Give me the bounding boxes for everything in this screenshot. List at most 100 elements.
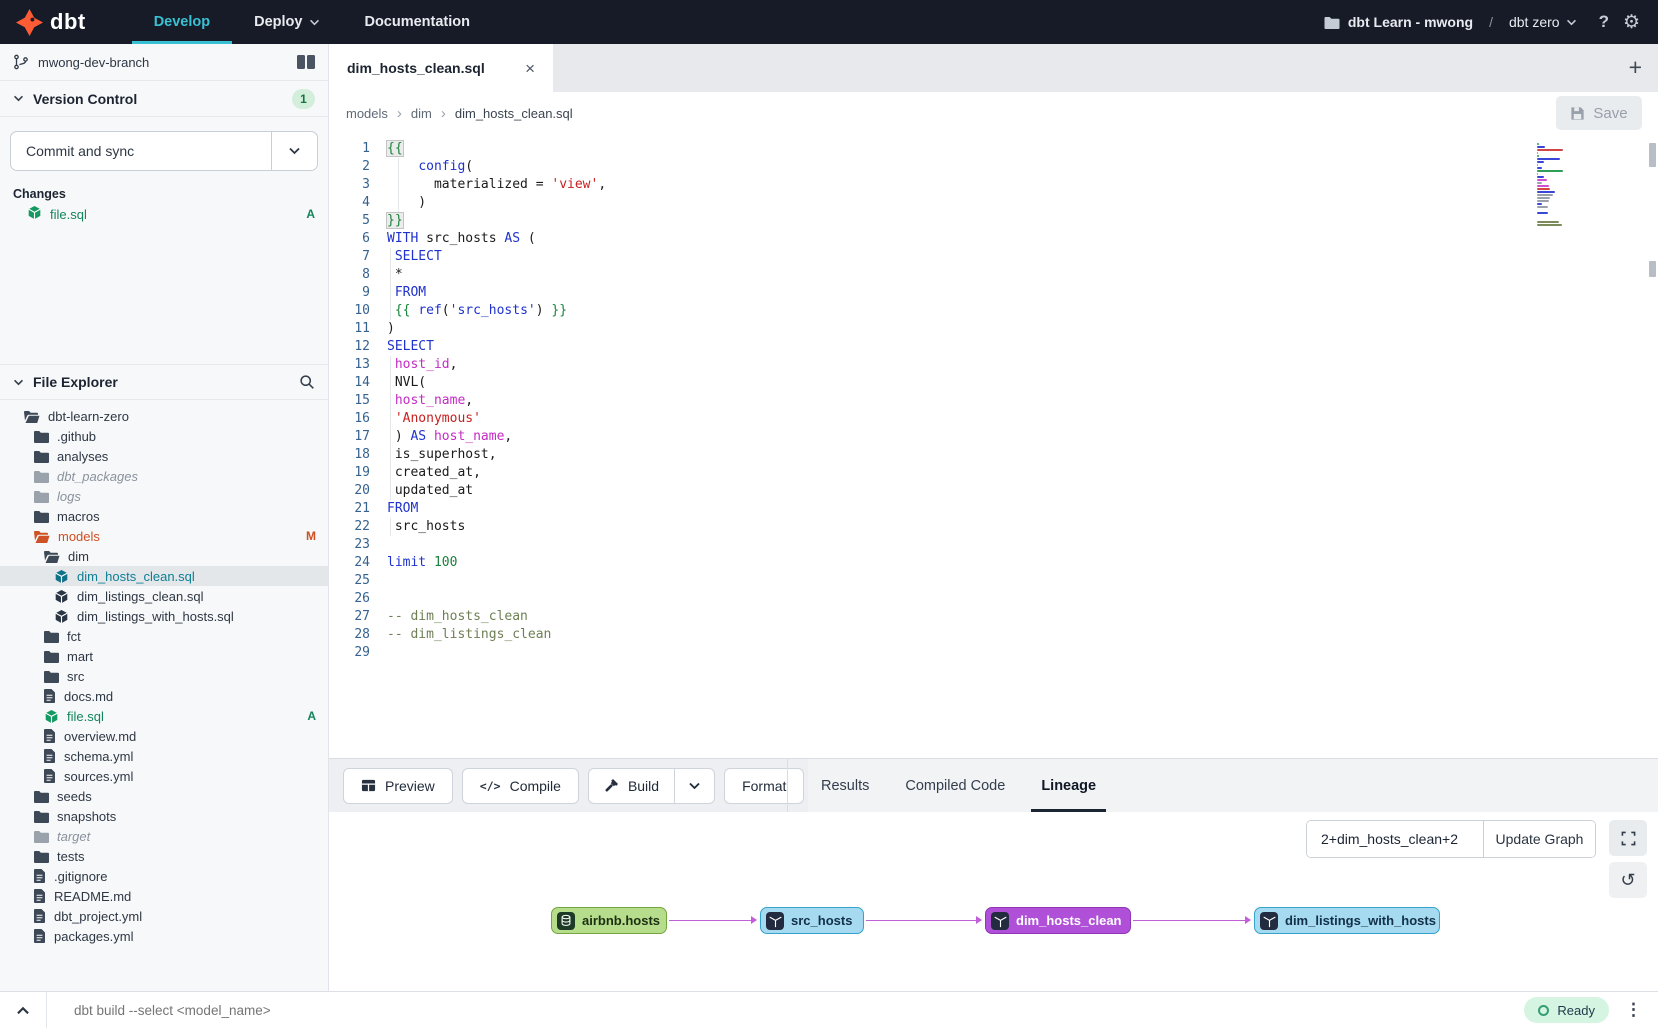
menu-documentation[interactable]: Documentation [342,0,492,44]
tree-item-docs-md[interactable]: docs.md [0,686,328,706]
close-icon[interactable]: × [525,60,535,77]
code-line[interactable]: 5}} [329,212,1658,230]
dbt-logo[interactable]: dbt [16,0,86,44]
lineage-filter-input[interactable] [1307,821,1483,857]
tree-item-dbt-learn-zero[interactable]: dbt-learn-zero [0,406,328,426]
code-line[interactable]: 24limit 100 [329,554,1658,572]
breadcrumb-item[interactable]: dim [411,106,432,121]
build-options-button[interactable] [674,769,714,803]
project-switcher[interactable]: dbt zero [1509,14,1577,30]
breadcrumb-item[interactable]: dim_hosts_clean.sql [455,106,573,121]
kebab-menu-icon[interactable]: ⋮ [1625,1000,1642,1020]
preview-button[interactable]: Preview [343,768,453,804]
expand-runner-button[interactable] [0,1006,46,1015]
tree-item-dim-listings-clean-sql[interactable]: dim_listings_clean.sql [0,586,328,606]
lineage-node-dim-listings-with-hosts[interactable]: dim_listings_with_hosts [1254,907,1440,934]
code-line[interactable]: 29 [329,644,1658,662]
tree-item-fct[interactable]: fct [0,626,328,646]
lineage-node-dim-hosts-clean[interactable]: dim_hosts_clean [985,907,1131,934]
code-line[interactable]: 28-- dim_listings_clean [329,626,1658,644]
tab-lineage[interactable]: Lineage [1039,759,1098,812]
tree-item-analyses[interactable]: analyses [0,446,328,466]
code-line[interactable]: 2 config( [329,158,1658,176]
code-line[interactable]: 14 NVL( [329,374,1658,392]
tree-item-overview-md[interactable]: overview.md [0,726,328,746]
new-tab-button[interactable]: + [1629,54,1642,81]
tab-results[interactable]: Results [819,759,871,812]
commit-options-button[interactable] [271,132,317,170]
code-line[interactable]: 17 ) AS host_name, [329,428,1658,446]
tree-item-logs[interactable]: logs [0,486,328,506]
tree-item-sources-yml[interactable]: sources.yml [0,766,328,786]
menu-deploy[interactable]: Deploy [232,0,342,44]
tree-item-snapshots[interactable]: snapshots [0,806,328,826]
code-line[interactable]: 22 src_hosts [329,518,1658,536]
lineage-canvas[interactable]: Update Graph ↺ airbnb.hostssrc_hostsdim_… [329,812,1658,991]
open-docs-icon[interactable] [297,55,315,69]
help-icon[interactable]: ? [1599,12,1609,32]
tab-compiled-code[interactable]: Compiled Code [903,759,1007,812]
breadcrumb-item[interactable]: models [346,106,388,121]
tree-item-dim-listings-with-hosts-sql[interactable]: dim_listings_with_hosts.sql [0,606,328,626]
lineage-node-airbnb-hosts[interactable]: airbnb.hosts [551,907,667,934]
code-line[interactable]: 1{{ [329,140,1658,158]
tree-item-models[interactable]: modelsM [0,526,328,546]
editor-scrollbar[interactable] [1649,143,1656,443]
code-line[interactable]: 23 [329,536,1658,554]
menu-develop[interactable]: Develop [132,0,232,44]
commit-and-sync-button[interactable]: Commit and sync [11,132,271,170]
code-line[interactable]: 7 SELECT [329,248,1658,266]
code-line[interactable]: 9 FROM [329,284,1658,302]
code-line[interactable]: 8 * [329,266,1658,284]
account-switcher[interactable]: dbt Learn - mwong [1324,14,1473,30]
tree-item-seeds[interactable]: seeds [0,786,328,806]
tree-item-mart[interactable]: mart [0,646,328,666]
dbt-command-input[interactable] [47,1003,1524,1018]
gear-icon[interactable]: ⚙ [1623,11,1640,34]
tree-item-tests[interactable]: tests [0,846,328,866]
code-line[interactable]: 19 created_at, [329,464,1658,482]
tree-item-file-sql[interactable]: file.sqlA [0,706,328,726]
code-line[interactable]: 21FROM [329,500,1658,518]
tree-item--gitignore[interactable]: .gitignore [0,866,328,886]
code-line[interactable]: 12SELECT [329,338,1658,356]
tree-item--github[interactable]: .github [0,426,328,446]
tree-item-schema-yml[interactable]: schema.yml [0,746,328,766]
compile-button[interactable]: </> Compile [462,768,579,804]
branch-row[interactable]: mwong-dev-branch [0,44,328,81]
code-line[interactable]: 26 [329,590,1658,608]
code-editor[interactable]: 1{{2 config(3 materialized = 'view',4 )5… [329,134,1658,758]
code-line[interactable]: 18 is_superhost, [329,446,1658,464]
fullscreen-button[interactable] [1609,820,1647,856]
code-line[interactable]: 20 updated_at [329,482,1658,500]
save-button[interactable]: Save [1556,96,1642,130]
code-line[interactable]: 11) [329,320,1658,338]
lineage-node-src-hosts[interactable]: src_hosts [760,907,864,934]
code-line[interactable]: 27-- dim_hosts_clean [329,608,1658,626]
code-line[interactable]: 3 materialized = 'view', [329,176,1658,194]
code-line[interactable]: 15 host_name, [329,392,1658,410]
code-line[interactable]: 16 'Anonymous' [329,410,1658,428]
tree-item-target[interactable]: target [0,826,328,846]
tree-item-macros[interactable]: macros [0,506,328,526]
file-explorer-header[interactable]: File Explorer [0,364,328,400]
tree-item-dbt-project-yml[interactable]: dbt_project.yml [0,906,328,926]
update-graph-button[interactable]: Update Graph [1483,821,1595,857]
tree-item-src[interactable]: src [0,666,328,686]
status-badge[interactable]: Ready [1524,997,1609,1023]
changed-file-item[interactable]: file.sqlA [0,203,328,225]
tab-dim-hosts-clean[interactable]: dim_hosts_clean.sql × [329,44,553,92]
tree-item-dim[interactable]: dim [0,546,328,566]
code-line[interactable]: 6WITH src_hosts AS ( [329,230,1658,248]
search-icon[interactable] [299,374,315,390]
tree-item-packages-yml[interactable]: packages.yml [0,926,328,946]
build-button[interactable]: Build [589,769,674,803]
code-line[interactable]: 10 {{ ref('src_hosts') }} [329,302,1658,320]
format-button[interactable]: Format [724,768,804,804]
tree-item-readme-md[interactable]: README.md [0,886,328,906]
code-line[interactable]: 25 [329,572,1658,590]
code-line[interactable]: 4 ) [329,194,1658,212]
tree-item-dbt-packages[interactable]: dbt_packages [0,466,328,486]
code-line[interactable]: 13 host_id, [329,356,1658,374]
version-control-header[interactable]: Version Control 1 [0,81,328,117]
